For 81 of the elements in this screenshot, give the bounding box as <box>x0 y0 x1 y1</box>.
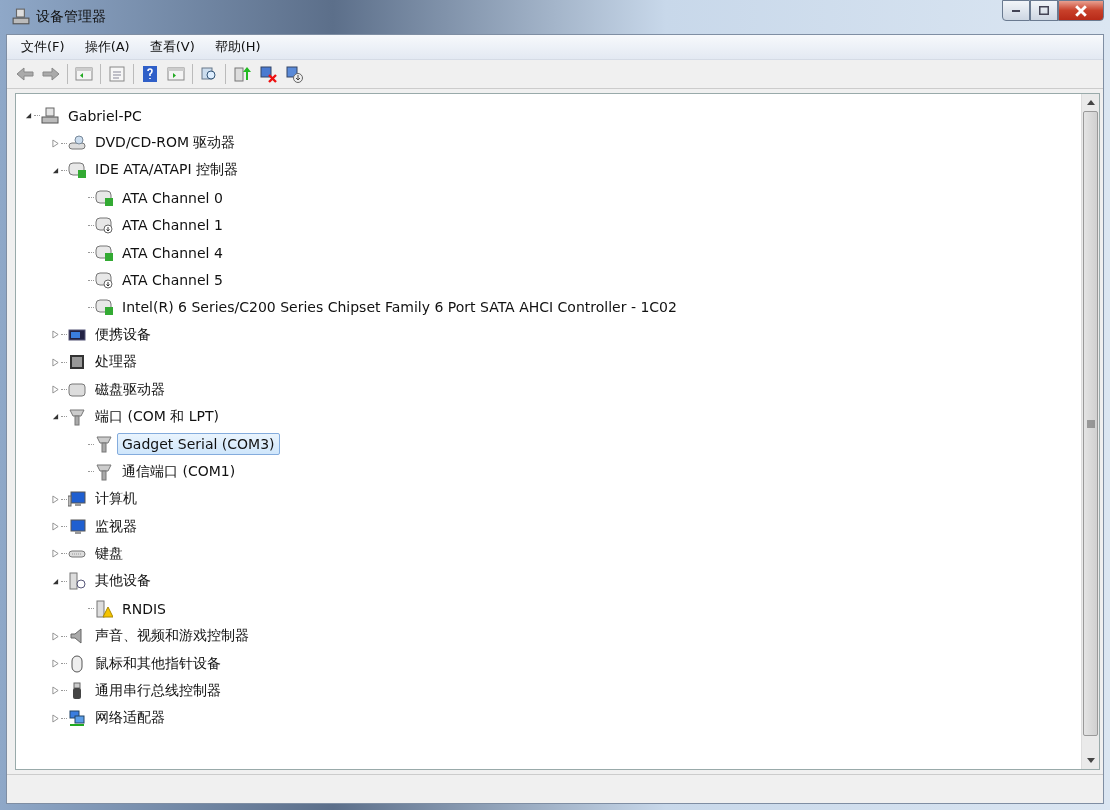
help-icon[interactable] <box>140 64 160 84</box>
tree-item[interactable]: 监视器 <box>90 514 142 539</box>
port-connector-icon <box>95 435 113 454</box>
back-arrow-icon[interactable] <box>15 64 35 84</box>
computer-icon <box>12 8 30 26</box>
tree-item[interactable]: RNDIS <box>117 597 171 620</box>
expand-arrow-icon[interactable] <box>51 494 59 504</box>
controller-icon <box>95 298 113 317</box>
close-button[interactable] <box>1058 0 1104 21</box>
collapse-arrow-icon[interactable] <box>51 166 59 174</box>
tree-item[interactable]: DVD/CD-ROM 驱动器 <box>90 131 241 156</box>
expand-arrow-icon[interactable] <box>51 631 59 641</box>
forward-arrow-icon[interactable] <box>41 64 61 84</box>
computer-icon <box>41 106 59 125</box>
port-connector-icon <box>68 408 86 426</box>
collapse-arrow-icon[interactable] <box>51 413 59 421</box>
update-driver-icon[interactable] <box>232 64 252 84</box>
tree-item[interactable]: ATA Channel 0 <box>117 186 228 209</box>
pane-icon[interactable] <box>166 64 186 84</box>
controller-icon <box>95 271 113 290</box>
minimize-button[interactable] <box>1002 0 1030 21</box>
close-icon <box>1075 4 1087 17</box>
tree-item[interactable]: 鼠标和其他指针设备 <box>90 651 226 676</box>
tree-item[interactable]: 磁盘驱动器 <box>90 377 170 402</box>
disc-drive-icon <box>68 134 86 153</box>
tree-item[interactable]: 声音、视频和游戏控制器 <box>90 624 254 649</box>
scroll-down-arrow-icon[interactable] <box>1086 758 1095 763</box>
uninstall-icon[interactable] <box>258 64 278 84</box>
collapse-arrow-icon[interactable] <box>51 577 59 585</box>
vertical-scrollbar[interactable] <box>1081 94 1099 769</box>
maximize-icon <box>1039 6 1049 15</box>
maximize-button[interactable] <box>1030 0 1058 21</box>
controller-icon <box>95 188 113 207</box>
tree-item[interactable]: 处理器 <box>90 350 142 375</box>
tree-item[interactable]: 通信端口 (COM1) <box>117 459 241 484</box>
expand-arrow-icon[interactable] <box>51 549 59 559</box>
window-title: 设备管理器 <box>36 8 106 26</box>
selected-tree-item[interactable]: Gadget Serial (COM3) <box>117 433 280 456</box>
chip-icon <box>68 353 86 372</box>
tree-item[interactable]: 网络适配器 <box>90 706 170 731</box>
collapse-arrow-icon[interactable] <box>24 112 32 120</box>
expand-arrow-icon[interactable] <box>51 385 59 395</box>
expand-arrow-icon[interactable] <box>51 357 59 367</box>
controller-icon <box>68 161 86 180</box>
expand-arrow-icon[interactable] <box>51 330 59 340</box>
tree-item[interactable]: 通用串行总线控制器 <box>90 678 226 703</box>
disable-device-icon[interactable] <box>284 64 304 84</box>
tree-item[interactable]: 其他设备 <box>90 569 156 594</box>
unknown-device-icon <box>68 572 86 591</box>
tree-item[interactable]: Gabriel-PC <box>63 104 147 127</box>
properties-icon[interactable] <box>107 64 127 84</box>
tree-item[interactable]: 键盘 <box>90 541 128 566</box>
expand-arrow-icon[interactable] <box>51 138 59 148</box>
tree-item[interactable]: 计算机 <box>90 487 142 512</box>
tree-item[interactable]: 便携设备 <box>90 322 156 347</box>
controller-icon <box>95 243 113 262</box>
expand-arrow-icon[interactable] <box>51 659 59 668</box>
disk-drive-icon <box>68 380 86 399</box>
mouse-icon <box>68 654 86 673</box>
tree-item[interactable]: 端口 (COM 和 LPT) <box>90 405 224 429</box>
menu-item[interactable]: 文件(F) <box>13 36 73 58</box>
menu-item[interactable]: 帮助(H) <box>206 36 269 58</box>
tree-item[interactable]: Intel(R) 6 Series/C200 Series Chipset Family 6 Port SATA AHCI Controller - 1C02 <box>117 296 682 319</box>
scroll-up-arrow-icon[interactable] <box>1086 100 1095 105</box>
menu-item[interactable]: 操作(A) <box>76 36 138 58</box>
pane-icon[interactable] <box>74 64 94 84</box>
expand-arrow-icon[interactable] <box>51 522 59 532</box>
scroll-thumb[interactable] <box>1083 111 1098 736</box>
warning-device-icon <box>95 599 113 618</box>
network-icon <box>68 709 86 728</box>
tree-item[interactable]: ATA Channel 4 <box>117 241 228 264</box>
expand-arrow-icon[interactable] <box>51 713 59 723</box>
tree-item[interactable]: ATA Channel 1 <box>117 214 228 237</box>
tree-item[interactable]: IDE ATA/ATAPI 控制器 <box>90 158 243 183</box>
menu-item[interactable]: 查看(V) <box>141 36 203 58</box>
minimize-icon <box>1012 9 1020 12</box>
controller-icon <box>95 216 113 235</box>
port-connector-icon <box>95 462 113 481</box>
expand-arrow-icon[interactable] <box>51 686 59 696</box>
monitor-icon <box>68 517 86 536</box>
tree-item[interactable]: ATA Channel 5 <box>117 269 228 292</box>
